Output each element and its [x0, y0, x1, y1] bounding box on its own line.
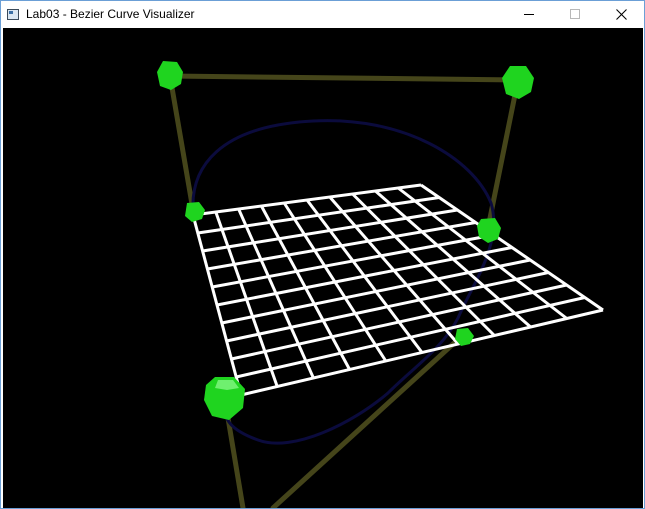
app-window-icon [7, 8, 19, 20]
bezier-scene [3, 28, 643, 508]
close-button[interactable] [598, 1, 644, 27]
maximize-button[interactable] [552, 1, 598, 27]
minimize-icon [524, 14, 534, 15]
app-window: Lab03 - Bezier Curve Visualizer [0, 0, 645, 509]
maximize-icon [570, 9, 580, 19]
title-bar[interactable]: Lab03 - Bezier Curve Visualizer [1, 1, 644, 27]
minimize-button[interactable] [506, 1, 552, 27]
close-icon [615, 8, 627, 20]
window-title: Lab03 - Bezier Curve Visualizer [26, 7, 195, 21]
window-controls [506, 1, 644, 27]
render-viewport[interactable] [3, 28, 643, 508]
